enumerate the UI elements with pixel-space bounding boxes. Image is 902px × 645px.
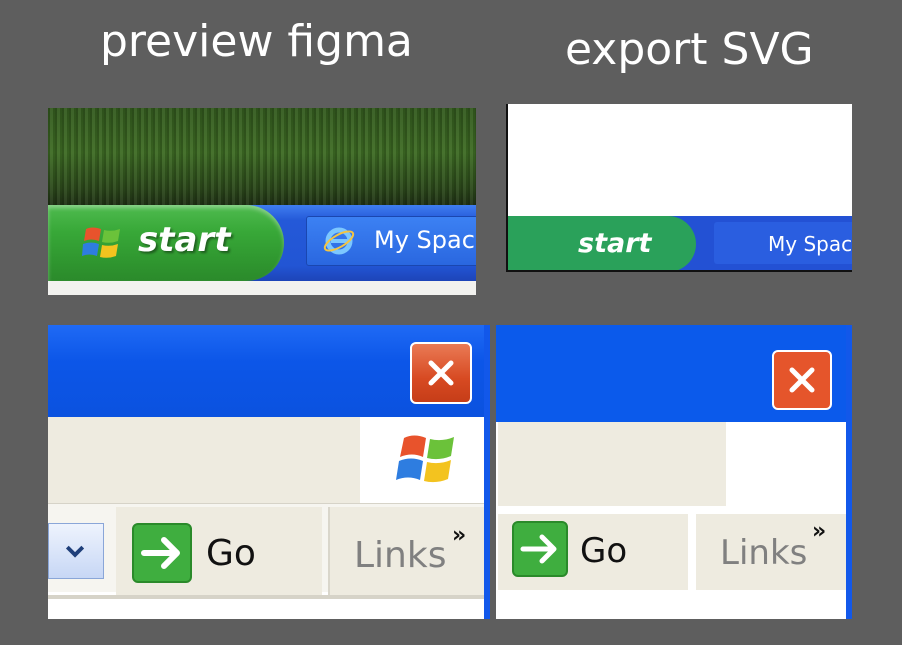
heading-export-svg: export SVG (565, 24, 814, 75)
links-label: Links (354, 535, 447, 576)
go-label: Go (206, 533, 256, 574)
toolbar-divider (48, 595, 484, 599)
close-icon (428, 360, 454, 386)
address-dropdown-button[interactable] (48, 523, 104, 579)
links-label: Links (720, 533, 808, 573)
go-arrow-icon (512, 521, 568, 577)
heading-preview-figma: preview figma (100, 16, 413, 67)
taskbar-window-label: My Space (768, 232, 852, 256)
go-label: Go (580, 531, 628, 571)
menu-bar (498, 422, 726, 506)
close-button[interactable] (410, 342, 472, 404)
window-frame-edge (484, 325, 490, 619)
windows-flag-icon (396, 435, 454, 483)
internet-explorer-icon (323, 227, 355, 255)
window-frame-edge (846, 325, 852, 619)
taskbar-window-label: My Space (374, 226, 476, 254)
window-content-area (498, 590, 846, 619)
links-chevron-icon[interactable]: » (812, 519, 826, 544)
windows-flag-icon (82, 227, 120, 258)
links-chevron-icon[interactable]: » (452, 523, 466, 548)
chevron-down-icon (65, 545, 85, 558)
menu-bar (48, 417, 360, 503)
close-button[interactable] (772, 350, 832, 410)
throbber-area (726, 422, 846, 506)
preview-taskbar-panel: start My Space (48, 108, 476, 295)
preview-window-panel: Go Links » (48, 325, 490, 619)
desktop-wallpaper (48, 108, 476, 208)
start-label: start (138, 220, 231, 260)
go-arrow-icon (132, 523, 192, 583)
close-icon (789, 367, 815, 393)
export-window-panel: Go Links » (496, 325, 852, 619)
export-taskbar-panel: start My Space (506, 104, 852, 272)
start-label: start (578, 228, 652, 259)
